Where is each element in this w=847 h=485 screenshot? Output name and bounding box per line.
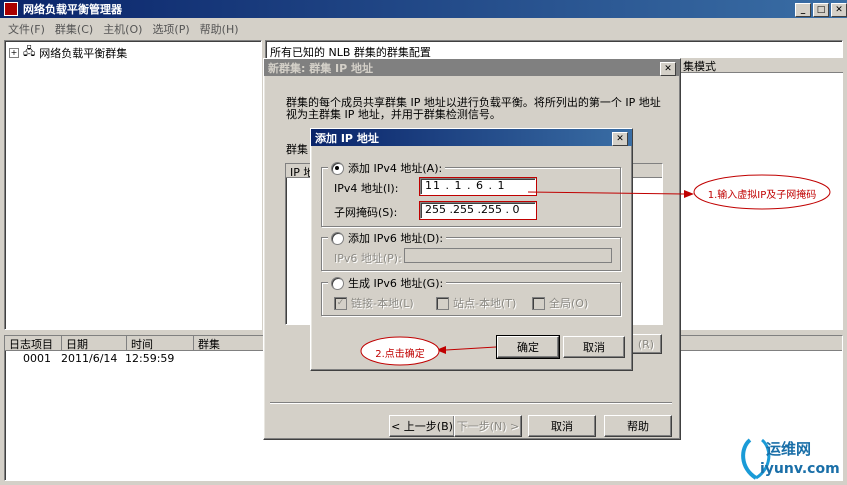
- watermark-text-cn: 运维网: [766, 440, 812, 458]
- arrow-step1-line: [527, 191, 685, 195]
- step1-annotation: 1.输入虚拟IP及子网掩码: [707, 190, 817, 201]
- arrow-step2-line: [445, 346, 497, 351]
- step2-annotation: 2.点击确定: [375, 349, 425, 360]
- watermark-text-en: iyunv.com: [760, 461, 840, 477]
- arrow-step1-head: [684, 190, 694, 198]
- annotation-arrows: [360, 174, 831, 366]
- watermark: 运维网 iyunv.com: [736, 434, 844, 482]
